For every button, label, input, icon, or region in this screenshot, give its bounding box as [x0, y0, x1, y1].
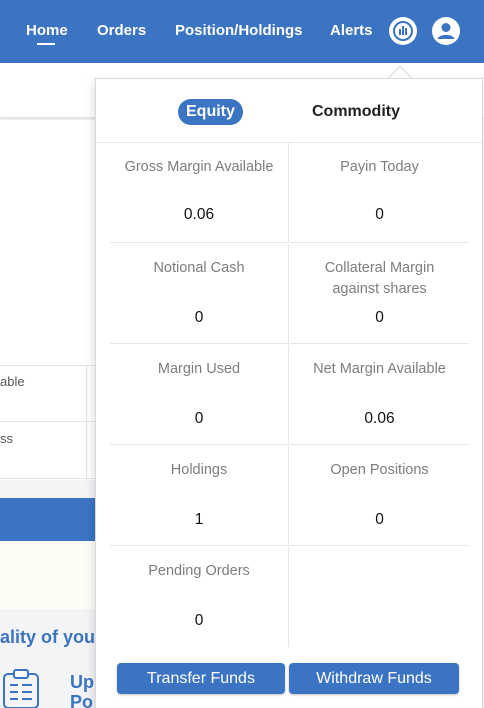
nav-home[interactable]: Home — [26, 22, 68, 39]
table-row: able — [0, 366, 110, 422]
cell-value: 0 — [194, 612, 204, 629]
cell-value: 0 — [194, 309, 204, 326]
withdraw-funds-button[interactable]: Withdraw Funds — [289, 663, 459, 694]
transfer-funds-button[interactable]: Transfer Funds — [117, 663, 285, 694]
tab-equity[interactable]: Equity — [178, 99, 243, 125]
funds-chart-icon — [393, 21, 413, 41]
cell-value: 0.06 — [364, 410, 395, 427]
gross-margin-available-cell: Gross Margin Available 0.06 — [110, 143, 289, 243]
table-row: ss — [0, 423, 110, 479]
segment-tabs: Equity Commodity — [96, 79, 482, 143]
net-margin-available-cell: Net Margin Available 0.06 — [290, 345, 469, 445]
cell-label: Holdings — [170, 462, 228, 478]
cell-label: Open Positions — [330, 462, 429, 478]
background-notice-box — [0, 541, 110, 609]
page-content-area — [0, 120, 110, 365]
margin-summary-grid: Gross Margin Available 0.06 Payin Today … — [110, 143, 469, 647]
cell-label: Payin Today — [340, 159, 419, 175]
collateral-margin-cell: Collateral Margin against shares 0 — [290, 244, 469, 344]
background-section-heading: ality of your — [0, 627, 103, 647]
margin-dropdown-panel: Equity Commodity Gross Margin Available … — [95, 78, 483, 708]
profile-icon[interactable] — [432, 17, 460, 45]
nav-orders[interactable]: Orders — [97, 22, 146, 39]
cell-value: 0.06 — [183, 206, 215, 223]
table-cell-label: able — [0, 374, 25, 389]
cell-value: 0 — [375, 511, 384, 528]
holdings-cell: Holdings 1 — [110, 446, 289, 546]
cell-label: Gross Margin Available — [124, 159, 274, 175]
app-root: Home Orders Position/Holdings Alerts abl… — [0, 0, 484, 708]
payin-today-cell: Payin Today 0 — [290, 143, 469, 243]
top-navbar: Home Orders Position/Holdings Alerts — [0, 0, 484, 63]
background-blue-banner — [0, 498, 110, 541]
fund-actions: Transfer Funds Withdraw Funds — [117, 663, 462, 695]
cell-value: 0 — [375, 309, 384, 326]
pending-orders-cell: Pending Orders 0 — [110, 547, 289, 647]
nav-alerts[interactable]: Alerts — [330, 22, 373, 39]
clipboard-document-icon — [3, 669, 39, 708]
table-cell-label: ss — [0, 431, 13, 446]
open-positions-cell: Open Positions 0 — [290, 446, 469, 546]
active-nav-indicator — [37, 43, 55, 45]
cell-label: Notional Cash — [153, 260, 245, 276]
margin-used-cell: Margin Used 0 — [110, 345, 289, 445]
user-avatar-icon — [433, 18, 459, 44]
tab-commodity[interactable]: Commodity — [312, 99, 400, 125]
background-table: able ss — [0, 365, 110, 481]
cell-label: Net Margin Available — [313, 361, 446, 377]
cell-label: Collateral Margin against shares — [324, 260, 435, 297]
cell-value: 0 — [194, 410, 204, 427]
table-column-divider — [86, 366, 87, 481]
funds-icon[interactable] — [389, 17, 417, 45]
cell-label: Pending Orders — [148, 563, 250, 579]
nav-position-holdings[interactable]: Position/Holdings — [175, 22, 303, 39]
cell-value: 1 — [194, 511, 204, 528]
notional-cash-cell: Notional Cash 0 — [110, 244, 289, 344]
cell-label: Margin Used — [157, 361, 241, 377]
cell-value: 0 — [375, 206, 384, 223]
